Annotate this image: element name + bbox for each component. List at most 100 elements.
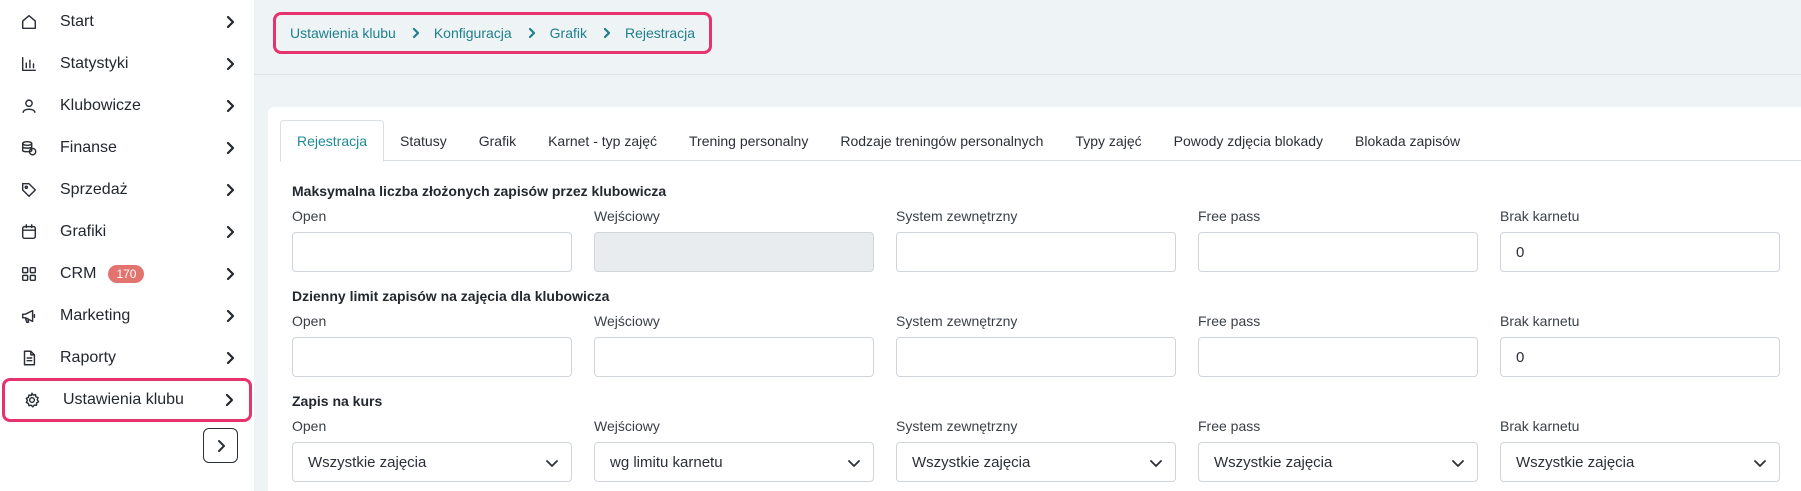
chevron-down-icon bbox=[545, 456, 559, 470]
max-signups-freepass-input[interactable] bbox=[1198, 232, 1478, 272]
select-value: Wszystkie zajęcia bbox=[1214, 453, 1333, 471]
breadcrumb-rejestracja: Rejestracja bbox=[625, 25, 696, 41]
sidebar-item-label: CRM bbox=[60, 265, 97, 282]
section-title: Maksymalna liczba złożonych zapisów prze… bbox=[292, 183, 667, 199]
sidebar-item-ustawienia-klubu[interactable]: Ustawienia klubu bbox=[2, 378, 252, 422]
sidebar-item-start[interactable]: Start bbox=[6, 2, 250, 42]
breadcrumb: Ustawienia klubu Konfiguracja Grafik Rej… bbox=[273, 12, 713, 54]
sidebar-item-klubowicze[interactable]: Klubowicze bbox=[6, 86, 250, 126]
tab-powody-zdjecia-blokady[interactable]: Powody zdjęcia blokady bbox=[1158, 120, 1339, 161]
field-label: System zewnętrzny bbox=[896, 418, 1018, 434]
field-label: Free pass bbox=[1198, 208, 1261, 224]
tab-rodzaje-treningow[interactable]: Rodzaje treningów personalnych bbox=[824, 120, 1059, 161]
chevron-right-icon bbox=[222, 224, 238, 240]
chevron-right-icon bbox=[222, 14, 238, 30]
tab-statusy[interactable]: Statusy bbox=[384, 120, 463, 161]
field-label: Brak karnetu bbox=[1500, 313, 1580, 329]
course-signup-wejsciowy-select[interactable]: wg limitu karnetu bbox=[594, 442, 874, 482]
sidebar-item-label: Sprzedaż bbox=[60, 181, 128, 198]
tab-trening-personalny[interactable]: Trening personalny bbox=[673, 120, 824, 161]
bar-chart-icon bbox=[18, 53, 40, 75]
gear-icon bbox=[21, 389, 43, 411]
daily-limit-wejsciowy-input[interactable] bbox=[594, 337, 874, 377]
field-label: Free pass bbox=[1198, 418, 1261, 434]
sidebar-item-label: Ustawienia klubu bbox=[63, 391, 184, 408]
chevron-right-icon bbox=[222, 140, 238, 156]
chevron-right-icon bbox=[222, 350, 238, 366]
chevron-right-icon bbox=[601, 27, 613, 39]
select-value: wg limitu karnetu bbox=[610, 453, 723, 471]
daily-limit-open-input[interactable] bbox=[292, 337, 572, 377]
course-signup-freepass-select[interactable]: Wszystkie zajęcia bbox=[1198, 442, 1478, 482]
max-signups-wejsciowy-input bbox=[594, 232, 874, 272]
tab-rejestracja[interactable]: Rejestracja bbox=[280, 120, 385, 162]
chevron-down-icon bbox=[1149, 456, 1163, 470]
tab-blokada-zapisow[interactable]: Blokada zapisów bbox=[1339, 120, 1476, 161]
tab-grafik[interactable]: Grafik bbox=[463, 120, 532, 161]
grid-icon bbox=[18, 263, 40, 285]
sidebar: Start Statystyki Klubowicze Finanse Sprz… bbox=[0, 0, 254, 491]
field-label: Brak karnetu bbox=[1500, 418, 1580, 434]
select-value: Wszystkie zajęcia bbox=[308, 453, 427, 471]
field-label: Wejściowy bbox=[594, 208, 660, 224]
chevron-right-icon bbox=[526, 27, 538, 39]
tab-karnet-typ-zajec[interactable]: Karnet - typ zajęć bbox=[532, 120, 673, 161]
breadcrumb-konfiguracja[interactable]: Konfiguracja bbox=[434, 25, 512, 41]
tab-typy-zajec[interactable]: Typy zajęć bbox=[1059, 120, 1157, 161]
chevron-right-icon bbox=[410, 27, 422, 39]
chevron-down-icon bbox=[847, 456, 861, 470]
breadcrumb-grafik[interactable]: Grafik bbox=[550, 25, 587, 41]
sidebar-item-label: Start bbox=[60, 13, 94, 30]
field-label: Open bbox=[292, 208, 327, 224]
settings-card: Rejestracja Statusy Grafik Karnet - typ … bbox=[268, 107, 1801, 491]
max-signups-system-input[interactable] bbox=[896, 232, 1176, 272]
chevron-right-icon bbox=[222, 56, 238, 72]
course-signup-system-select[interactable]: Wszystkie zajęcia bbox=[896, 442, 1176, 482]
select-value: Wszystkie zajęcia bbox=[912, 453, 1031, 471]
tag-icon bbox=[18, 179, 40, 201]
sidebar-item-raporty[interactable]: Raporty bbox=[6, 338, 250, 378]
chevron-right-icon bbox=[217, 439, 225, 452]
field-label: System zewnętrzny bbox=[896, 208, 1018, 224]
sidebar-item-sprzedaz[interactable]: Sprzedaż bbox=[6, 170, 250, 210]
course-signup-brak-karnetu-select[interactable]: Wszystkie zajęcia bbox=[1500, 442, 1780, 482]
notification-badge: 170 bbox=[108, 265, 145, 283]
daily-limit-freepass-input[interactable] bbox=[1198, 337, 1478, 377]
sidebar-item-label: Finanse bbox=[60, 139, 117, 156]
field-label: Wejściowy bbox=[594, 313, 660, 329]
field-label: System zewnętrzny bbox=[896, 313, 1018, 329]
section-title: Zapis na kurs bbox=[292, 393, 383, 409]
chevron-right-icon bbox=[222, 182, 238, 198]
sidebar-item-label: Marketing bbox=[60, 307, 131, 324]
field-label: Brak karnetu bbox=[1500, 208, 1580, 224]
field-label: Wejściowy bbox=[594, 418, 660, 434]
select-value: Wszystkie zajęcia bbox=[1516, 453, 1635, 471]
course-signup-open-select[interactable]: Wszystkie zajęcia bbox=[292, 442, 572, 482]
sidebar-item-finanse[interactable]: Finanse bbox=[6, 128, 250, 168]
coins-icon bbox=[18, 137, 40, 159]
home-icon bbox=[18, 11, 40, 33]
daily-limit-system-input[interactable] bbox=[896, 337, 1176, 377]
sidebar-item-grafiki[interactable]: Grafiki bbox=[6, 212, 250, 252]
chevron-right-icon bbox=[222, 308, 238, 324]
sidebar-item-marketing[interactable]: Marketing bbox=[6, 296, 250, 336]
max-signups-brak-karnetu-input[interactable]: 0 bbox=[1500, 232, 1780, 272]
chevron-right-icon bbox=[221, 392, 237, 408]
breadcrumb-ustawienia-klubu[interactable]: Ustawienia klubu bbox=[290, 25, 396, 41]
sidebar-item-label: Grafiki bbox=[60, 223, 107, 240]
field-label: Open bbox=[292, 313, 327, 329]
chevron-right-icon bbox=[222, 98, 238, 114]
sidebar-item-label: Raporty bbox=[60, 349, 117, 366]
field-label: Open bbox=[292, 418, 327, 434]
sidebar-item-crm[interactable]: CRM 170 bbox=[6, 254, 250, 294]
document-icon bbox=[18, 347, 40, 369]
chevron-down-icon bbox=[1753, 456, 1767, 470]
section-title: Dzienny limit zapisów na zajęcia dla klu… bbox=[292, 288, 610, 304]
daily-limit-brak-karnetu-input[interactable]: 0 bbox=[1500, 337, 1780, 377]
expand-sidebar-button[interactable] bbox=[203, 428, 238, 463]
megaphone-icon bbox=[18, 305, 40, 327]
max-signups-open-input[interactable] bbox=[292, 232, 572, 272]
chevron-right-icon bbox=[222, 266, 238, 282]
sidebar-item-statystyki[interactable]: Statystyki bbox=[6, 44, 250, 84]
sidebar-item-label: Statystyki bbox=[60, 55, 129, 72]
